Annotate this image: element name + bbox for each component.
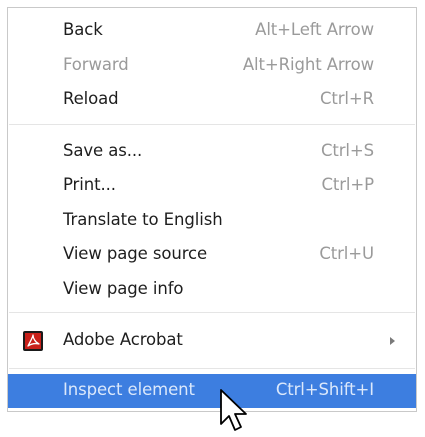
menu-item-reload[interactable]: Reload Ctrl+R (8, 83, 416, 117)
menu-item-label: Save as... (63, 141, 143, 160)
menu-item-label: Translate to English (63, 210, 223, 229)
menu-item-label: View page source (63, 244, 208, 263)
menu-item-shortcut: Ctrl+R (319, 89, 374, 108)
menu-item-shortcut: Ctrl+U (319, 244, 374, 263)
menu-item-shortcut: Alt+Left Arrow (255, 20, 374, 39)
menu-item-shortcut: Ctrl+P (321, 175, 374, 194)
context-menu: Back Alt+Left Arrow Forward Alt+Right Ar… (7, 7, 417, 412)
menu-item-inspect-element[interactable]: Inspect element Ctrl+Shift+I (8, 374, 416, 408)
menu-item-forward[interactable]: Forward Alt+Right Arrow (8, 49, 416, 83)
menu-item-label: Forward (63, 55, 129, 74)
menu-item-print[interactable]: Print... Ctrl+P (8, 169, 416, 203)
menu-item-translate[interactable]: Translate to English (8, 204, 416, 238)
menu-item-shortcut: Ctrl+S (320, 141, 374, 160)
menu-item-label: Inspect element (63, 380, 195, 399)
menu-item-save-as[interactable]: Save as... Ctrl+S (8, 135, 416, 169)
menu-item-view-page-source[interactable]: View page source Ctrl+U (8, 238, 416, 272)
menu-item-label: Print... (63, 175, 116, 194)
mouse-pointer-icon (220, 389, 247, 431)
menu-item-label: View page info (63, 279, 184, 298)
menu-separator (9, 124, 415, 125)
menu-separator (9, 312, 415, 313)
menu-item-shortcut: Ctrl+Shift+I (275, 380, 374, 399)
menu-item-label: Reload (63, 89, 119, 108)
menu-separator (9, 368, 415, 369)
adobe-acrobat-icon (23, 331, 43, 351)
menu-item-shortcut: Alt+Right Arrow (242, 55, 374, 74)
menu-item-label: Adobe Acrobat (63, 330, 183, 349)
menu-item-label: Back (63, 20, 103, 39)
menu-item-adobe-acrobat[interactable]: Adobe Acrobat (8, 324, 416, 358)
menu-item-view-page-info[interactable]: View page info (8, 273, 416, 307)
submenu-arrow-icon (390, 337, 395, 345)
menu-item-back[interactable]: Back Alt+Left Arrow (8, 14, 416, 48)
